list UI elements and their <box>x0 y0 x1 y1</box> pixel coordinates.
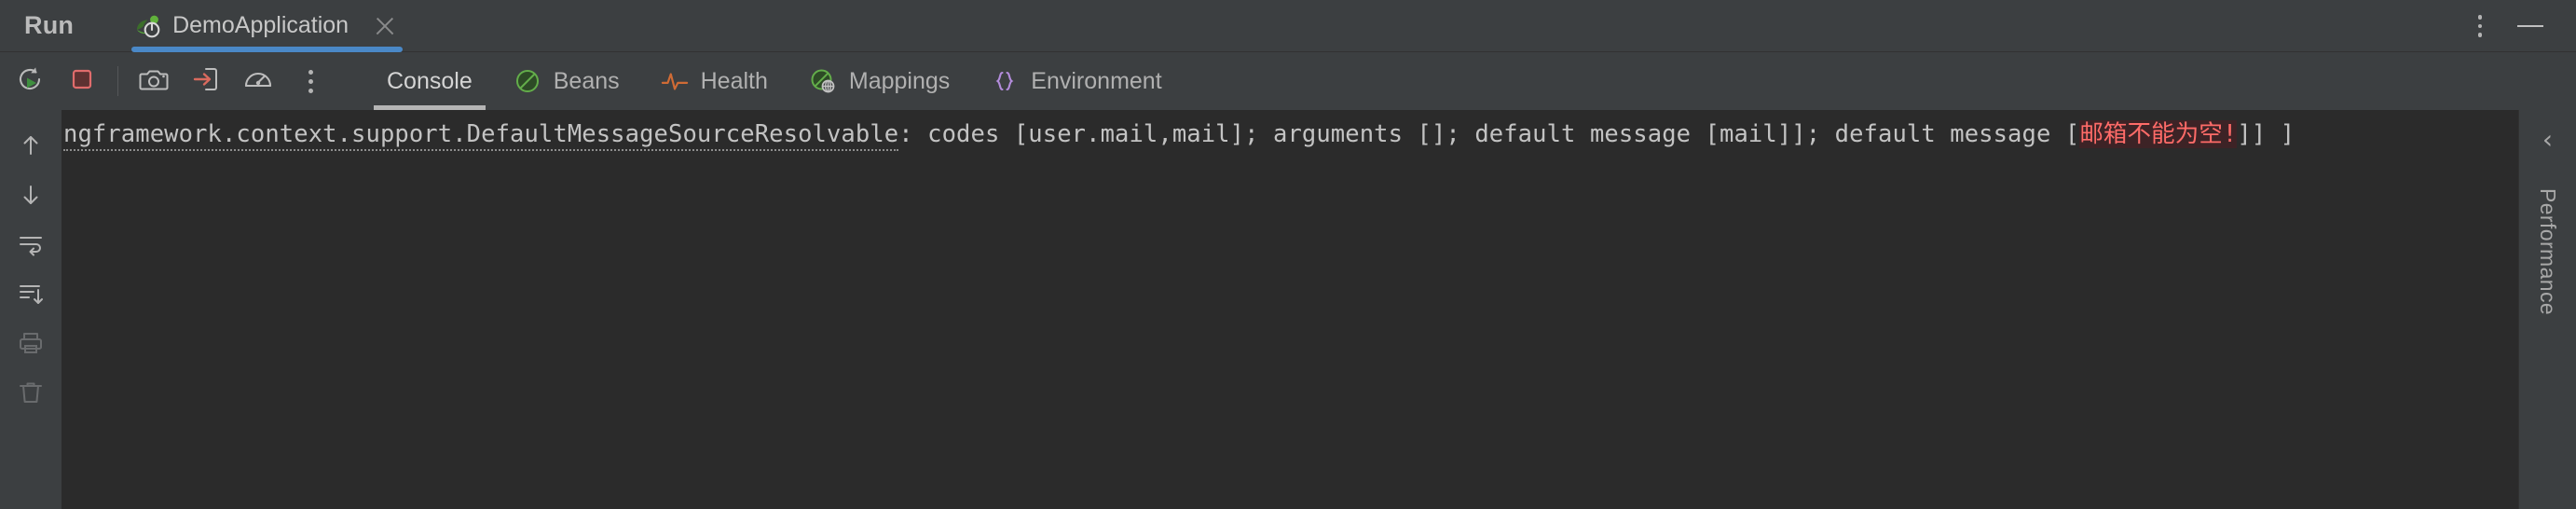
tab-beans-label: Beans <box>553 67 620 94</box>
braces-icon <box>991 67 1019 95</box>
clear-all-button <box>7 370 55 419</box>
rerun-button[interactable] <box>4 55 56 107</box>
beans-icon <box>514 67 541 95</box>
soft-wrap-icon <box>17 231 45 262</box>
health-pulse-icon <box>661 67 689 95</box>
export-button[interactable] <box>180 55 232 107</box>
minimize-icon <box>2517 24 2543 28</box>
right-tool-rail: ‹ Performance <box>2518 110 2576 509</box>
tab-environment[interactable]: Environment <box>970 52 1182 110</box>
run-tab-strip: DemoApplication <box>124 0 410 52</box>
kebab-menu-icon <box>308 69 313 93</box>
run-tab-active-indicator <box>131 46 404 52</box>
tab-health-label: Health <box>700 67 768 94</box>
stop-button[interactable] <box>56 55 108 107</box>
console-error-highlight: 邮箱不能为空! <box>2079 120 2238 148</box>
console-output[interactable]: ngframework.context.support.DefaultMessa… <box>62 110 2518 509</box>
run-tab-demoapplication[interactable]: DemoApplication <box>124 0 410 52</box>
chevron-left-icon[interactable]: ‹ <box>2519 110 2576 168</box>
window-more-options-button[interactable] <box>2455 4 2505 48</box>
profiler-button[interactable] <box>232 55 284 107</box>
trash-icon <box>17 379 45 410</box>
run-toolbar: Console Beans Health Mappings Environmen… <box>0 52 2576 110</box>
tool-window-title: Run <box>24 11 75 39</box>
stop-icon <box>67 64 97 99</box>
close-icon[interactable] <box>373 14 397 38</box>
kebab-menu-icon <box>2477 15 2483 37</box>
window-minimize-button[interactable] <box>2505 4 2555 48</box>
console-stacktrace-link[interactable]: ngframework.context.support.DefaultMessa… <box>63 120 899 151</box>
scroll-up-button[interactable] <box>7 123 55 172</box>
gauge-icon <box>242 63 274 100</box>
screenshot-button[interactable] <box>128 55 180 107</box>
toolbar-separator <box>117 66 118 96</box>
scroll-to-end-button[interactable] <box>7 271 55 320</box>
camera-icon <box>138 63 170 100</box>
console-log-line: ngframework.context.support.DefaultMessa… <box>62 118 2518 151</box>
run-tool-window: Run DemoApplication Console Beans Health… <box>0 0 2576 509</box>
window-controls <box>2455 0 2576 52</box>
tab-mappings-label: Mappings <box>848 67 951 94</box>
toolbar-more-button[interactable] <box>284 55 336 107</box>
tab-environment-label: Environment <box>1031 67 1162 94</box>
arrow-down-icon <box>18 182 44 213</box>
console-side-toolbar <box>0 110 62 509</box>
console-line-text: : codes [user.mail,mail]; arguments []; … <box>898 120 2080 148</box>
scroll-to-end-icon <box>17 281 45 311</box>
rail-item-performance[interactable]: Performance <box>2535 188 2560 315</box>
console-body: ngframework.context.support.DefaultMessa… <box>0 110 2576 509</box>
spring-boot-icon <box>133 12 161 40</box>
tab-health[interactable]: Health <box>640 52 788 110</box>
scroll-down-button[interactable] <box>7 172 55 221</box>
arrow-up-icon <box>18 132 44 163</box>
console-line-tail: ]] ] <box>2237 120 2295 148</box>
printer-icon <box>17 330 45 361</box>
tab-console[interactable]: Console <box>366 52 493 110</box>
rerun-icon <box>15 64 45 99</box>
export-arrow-icon <box>191 64 221 99</box>
print-button <box>7 321 55 369</box>
title-bar: Run DemoApplication <box>0 0 2576 52</box>
tab-mappings[interactable]: Mappings <box>788 52 970 110</box>
mappings-globe-icon <box>809 67 837 95</box>
tab-console-label: Console <box>387 67 473 94</box>
run-tab-label: DemoApplication <box>172 12 349 38</box>
console-scrollbar[interactable] <box>2500 110 2518 509</box>
view-tab-strip: Console Beans Health Mappings Environmen… <box>366 52 1183 110</box>
tab-beans[interactable]: Beans <box>493 52 640 110</box>
soft-wrap-button[interactable] <box>7 222 55 270</box>
